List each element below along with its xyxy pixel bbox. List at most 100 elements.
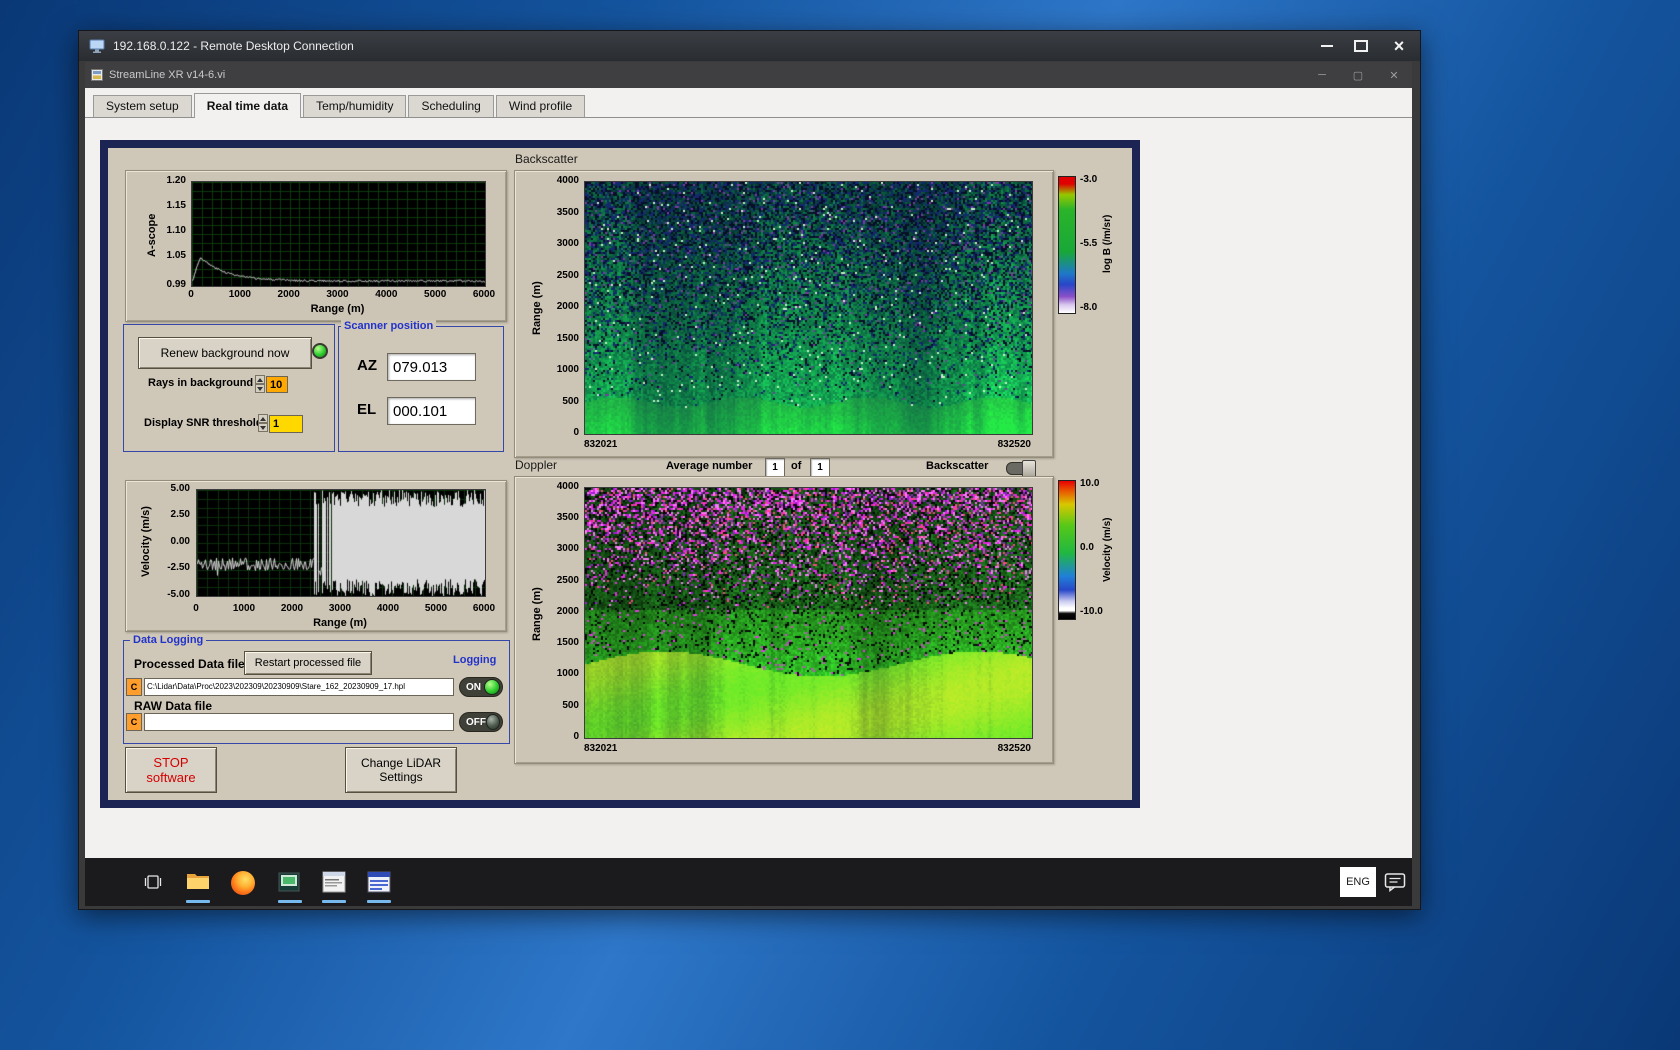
backscatter-doppler-toggle[interactable] [1006, 460, 1036, 479]
background-status-led [312, 343, 328, 359]
off-label: OFF [466, 716, 486, 728]
raw-path-drive-box[interactable]: C [126, 713, 142, 731]
tab-scheduling[interactable]: Scheduling [408, 95, 494, 117]
restart-processed-file-button[interactable]: Restart processed file [244, 651, 372, 675]
backscatter-plot-area [584, 181, 1033, 435]
bs-ytick: 2500 [556, 270, 579, 281]
dp-cb-tick: 10.0 [1080, 478, 1100, 489]
rays-in-background-label: Rays in background [148, 377, 254, 389]
velocity-x-ticks: 0 1000 2000 3000 4000 5000 6000 [193, 603, 496, 614]
dp-ytick: 2500 [556, 575, 579, 586]
dp-ytick: 3500 [556, 512, 579, 523]
backscatter-toggle-label: Backscatter [926, 460, 989, 472]
app-minimize-button[interactable]: ─ [1308, 69, 1336, 81]
renew-background-button[interactable]: Renew background now [138, 337, 312, 369]
bs-ytick: 1500 [556, 333, 579, 344]
taskbar: ENG [85, 858, 1412, 906]
backscatter-heatmap: Range (m) 4000 3500 3000 2500 2000 1500 … [514, 170, 1054, 458]
tab-wind-profile[interactable]: Wind profile [495, 95, 586, 117]
elevation-value: 000.101 [387, 397, 476, 425]
average-number-field[interactable]: 1 [765, 458, 785, 477]
azimuth-value: 079.013 [387, 353, 476, 381]
image-viewer-icon[interactable] [278, 872, 300, 897]
bs-cb-tick: -8.0 [1080, 302, 1098, 313]
remote-desktop-area: StreamLine XR v14-6.vi ─ ▢ ✕ System setu… [79, 61, 1418, 907]
active-app-indicator [322, 900, 346, 903]
task-view-icon[interactable] [143, 873, 163, 896]
backscatter-title: Backscatter [515, 152, 578, 166]
doppler-x-ticks: 832021 832520 [584, 743, 1031, 754]
tab-temp-humidity[interactable]: Temp/humidity [303, 95, 407, 117]
dp-ytick: 0 [573, 731, 579, 742]
doppler-heatmap: Range (m) 4000 3500 3000 2500 2000 1500 … [514, 476, 1054, 764]
processed-data-file-label: Processed Data file [134, 657, 245, 671]
data-logging-title: Data Logging [130, 634, 207, 647]
app-titlebar: StreamLine XR v14-6.vi ─ ▢ ✕ [85, 62, 1412, 89]
rays-stepper[interactable] [255, 375, 265, 393]
processed-logging-toggle[interactable]: ON [459, 677, 503, 697]
bs-ytick: 1000 [556, 364, 579, 375]
rays-in-background-field[interactable]: 10 [266, 376, 288, 393]
ascope-ytick: 1.10 [166, 225, 186, 236]
maximize-icon [1354, 40, 1368, 52]
language-indicator[interactable]: ENG [1340, 867, 1376, 897]
active-app-indicator [186, 900, 210, 903]
azimuth-label: AZ [357, 357, 377, 374]
doppler-title: Doppler [515, 458, 558, 472]
minimize-button[interactable] [1312, 35, 1342, 57]
ascope-ytick: 1.15 [166, 200, 186, 211]
bs-ytick: 500 [562, 396, 579, 407]
app-close-button[interactable]: ✕ [1380, 69, 1408, 82]
change-lidar-settings-button[interactable]: Change LiDAR Settings [345, 747, 457, 793]
notification-icon[interactable] [1384, 872, 1406, 897]
bs-ytick: 3000 [556, 238, 579, 249]
labview-vi-icon [91, 69, 103, 81]
doppler-colorbar-label: Velocity (m/s) [1102, 517, 1113, 583]
ascope-x-axis-label: Range (m) [310, 303, 365, 315]
data-logging-group: Data Logging Processed Data file Restart… [123, 634, 510, 744]
scanner-position-group: Scanner position AZ 079.013 EL 000.101 [338, 320, 504, 452]
tab-system-setup[interactable]: System setup [93, 95, 192, 117]
ascope-ytick: 1.05 [166, 250, 186, 261]
dp-ytick: 1500 [556, 637, 579, 648]
bs-ytick: 0 [573, 427, 579, 438]
ascope-ytick: 1.20 [166, 175, 186, 186]
velocity-x-axis-label: Range (m) [313, 617, 367, 629]
tab-real-time-data[interactable]: Real time data [193, 93, 302, 119]
bs-ytick: 2000 [556, 301, 579, 312]
app-window-title: StreamLine XR v14-6.vi [109, 69, 226, 81]
snr-threshold-field[interactable]: 1 [269, 415, 303, 433]
dp-cb-tick: -10.0 [1080, 606, 1103, 617]
snr-stepper[interactable] [258, 414, 268, 432]
minimize-icon [1321, 45, 1333, 47]
dp-ytick: 1000 [556, 668, 579, 679]
dp-ytick: 4000 [556, 481, 579, 492]
velocity-ytick: -5.00 [167, 589, 190, 600]
dp-cb-tick: 0.0 [1080, 542, 1094, 553]
rdp-titlebar: 192.168.0.122 - Remote Desktop Connectio… [79, 31, 1420, 61]
rdp-window-title: 192.168.0.122 - Remote Desktop Connectio… [113, 39, 354, 53]
dp-ytick: 500 [562, 700, 579, 711]
snr-threshold-label: Display SNR threshold [144, 417, 263, 429]
scan-scheduler-icon[interactable] [322, 871, 346, 898]
app-maximize-button[interactable]: ▢ [1344, 69, 1372, 82]
raw-path-field[interactable] [144, 713, 454, 731]
stop-software-button[interactable]: STOP software [125, 747, 217, 793]
elevation-label: EL [357, 401, 377, 418]
spreadsheet-icon[interactable] [367, 871, 391, 898]
computer-icon [89, 39, 105, 53]
maximize-button[interactable] [1346, 35, 1376, 57]
processed-path-drive-box[interactable]: C [126, 678, 142, 696]
dp-ytick: 3000 [556, 543, 579, 554]
desktop: 192.168.0.122 - Remote Desktop Connectio… [0, 0, 1680, 1050]
raw-logging-toggle[interactable]: OFF [459, 712, 503, 732]
close-button[interactable]: × [1384, 35, 1414, 57]
active-app-indicator [367, 900, 391, 903]
bs-ytick: 3500 [556, 207, 579, 218]
processed-path-field[interactable]: C:\Lidar\Data\Proc\2023\202309\20230909\… [144, 678, 454, 696]
bs-ytick: 4000 [556, 175, 579, 186]
file-explorer-icon[interactable] [186, 871, 210, 896]
firefox-icon[interactable] [231, 871, 255, 895]
average-of-field[interactable]: 1 [810, 458, 830, 477]
logging-label: Logging [453, 654, 497, 666]
